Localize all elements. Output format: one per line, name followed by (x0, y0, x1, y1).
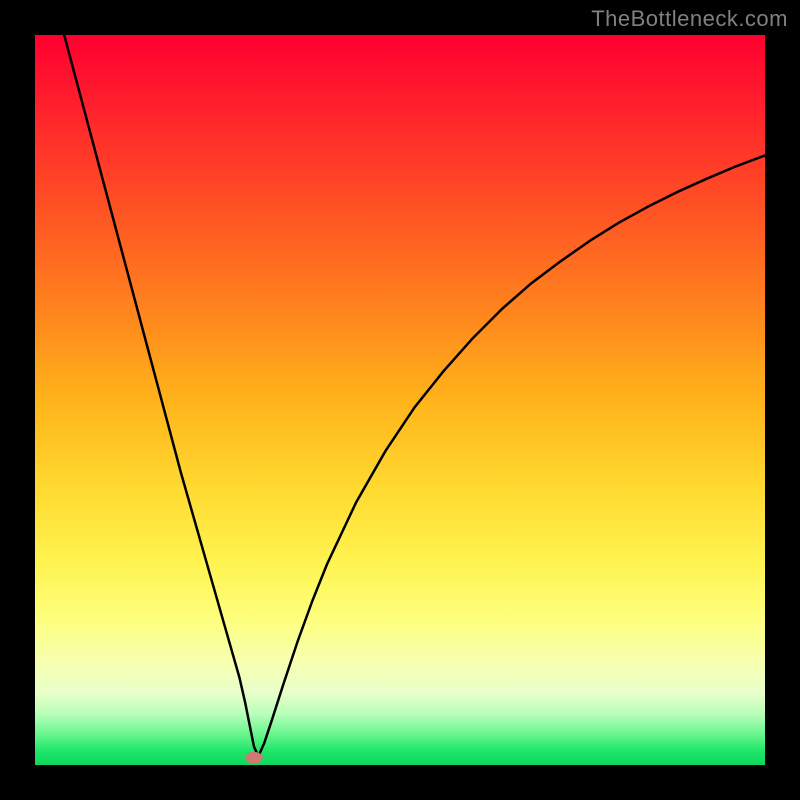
bottleneck-curve (64, 35, 765, 756)
chart-stage: TheBottleneck.com (0, 0, 800, 800)
watermark-text: TheBottleneck.com (591, 6, 788, 32)
minimum-marker (245, 752, 263, 764)
curve-svg (35, 35, 765, 765)
plot-area (35, 35, 765, 765)
